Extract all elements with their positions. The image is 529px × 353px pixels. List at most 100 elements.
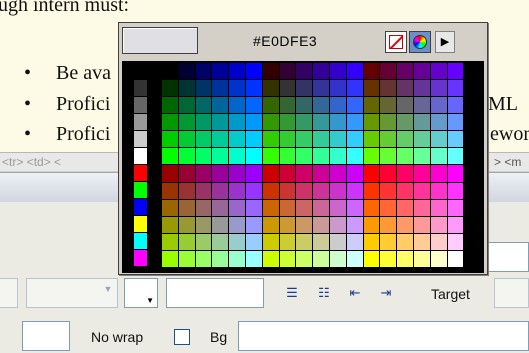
color-swatch[interactable] [313, 131, 330, 149]
color-swatch[interactable] [363, 80, 381, 98]
color-swatch[interactable] [346, 80, 364, 98]
color-swatch[interactable] [178, 216, 196, 234]
color-swatch[interactable] [279, 250, 297, 268]
color-swatch[interactable] [380, 148, 398, 166]
color-swatch[interactable] [380, 165, 398, 183]
color-swatch[interactable] [296, 114, 314, 132]
color-swatch[interactable] [134, 63, 148, 80]
color-swatch[interactable] [447, 250, 465, 268]
color-swatch[interactable] [414, 63, 431, 81]
color-swatch[interactable] [229, 97, 246, 115]
palette-menu-button[interactable]: ▶ [435, 31, 455, 53]
color-swatch[interactable] [262, 165, 280, 183]
color-swatch[interactable] [212, 250, 230, 268]
color-swatch[interactable] [134, 97, 148, 114]
color-swatch[interactable] [178, 199, 196, 217]
color-swatch[interactable] [279, 165, 297, 183]
height-field[interactable] [22, 321, 70, 351]
color-swatch[interactable] [430, 199, 448, 217]
color-swatch[interactable] [313, 199, 330, 217]
color-swatch[interactable] [447, 131, 465, 149]
unordered-list-icon[interactable]: ☰ [283, 284, 301, 302]
color-swatch[interactable] [414, 97, 431, 115]
color-swatch[interactable] [330, 148, 347, 166]
color-swatch[interactable] [229, 250, 246, 268]
color-swatch[interactable] [178, 148, 196, 166]
color-swatch[interactable] [380, 250, 398, 268]
color-swatch[interactable] [430, 63, 448, 81]
color-swatch[interactable] [447, 114, 465, 132]
color-swatch[interactable] [430, 250, 448, 268]
color-swatch[interactable] [246, 165, 263, 183]
color-swatch[interactable] [134, 114, 148, 131]
color-swatch[interactable] [195, 80, 213, 98]
color-swatch[interactable] [296, 148, 314, 166]
color-swatch[interactable] [162, 182, 179, 200]
color-swatch[interactable] [134, 182, 148, 199]
width-field[interactable] [488, 242, 529, 272]
color-swatch[interactable] [380, 131, 398, 149]
color-swatch[interactable] [430, 148, 448, 166]
color-swatch[interactable] [380, 199, 398, 217]
color-swatch[interactable] [262, 63, 280, 81]
color-swatch[interactable] [246, 63, 263, 81]
color-swatch[interactable] [195, 97, 213, 115]
color-swatch[interactable] [262, 80, 280, 98]
color-swatch[interactable] [363, 165, 381, 183]
color-swatch[interactable] [279, 63, 297, 81]
color-swatch[interactable] [279, 199, 297, 217]
color-swatch[interactable] [447, 97, 465, 115]
color-swatch[interactable] [195, 148, 213, 166]
color-swatch[interactable] [430, 131, 448, 149]
color-swatch[interactable] [178, 182, 196, 200]
color-swatch[interactable] [279, 148, 297, 166]
color-swatch[interactable] [380, 114, 398, 132]
color-swatch[interactable] [229, 148, 246, 166]
color-swatch[interactable] [414, 199, 431, 217]
color-swatch[interactable] [212, 63, 230, 81]
color-swatch[interactable] [134, 216, 148, 233]
color-swatch[interactable] [279, 216, 297, 234]
color-swatch[interactable] [363, 114, 381, 132]
color-swatch[interactable] [262, 199, 280, 217]
color-swatch[interactable] [134, 131, 148, 148]
color-swatch[interactable] [346, 233, 364, 251]
color-swatch[interactable] [229, 182, 246, 200]
color-swatch[interactable] [178, 250, 196, 268]
color-swatch[interactable] [195, 250, 213, 268]
color-swatch[interactable] [380, 63, 398, 81]
color-swatch[interactable] [296, 216, 314, 234]
color-swatch[interactable] [296, 165, 314, 183]
color-swatch[interactable] [212, 114, 230, 132]
color-swatch[interactable] [397, 148, 414, 166]
color-swatch[interactable] [430, 233, 448, 251]
color-swatch[interactable] [430, 80, 448, 98]
color-swatch[interactable] [162, 63, 179, 81]
color-swatch[interactable] [195, 199, 213, 217]
color-swatch[interactable] [296, 97, 314, 115]
color-swatch[interactable] [246, 80, 263, 98]
color-swatch[interactable] [162, 250, 179, 268]
color-swatch[interactable] [134, 233, 148, 250]
system-color-picker-button[interactable] [409, 31, 431, 53]
color-swatch[interactable] [279, 182, 297, 200]
color-swatch[interactable] [363, 233, 381, 251]
text-color-field[interactable] [166, 278, 264, 308]
color-swatch[interactable] [346, 165, 364, 183]
color-swatch[interactable] [134, 165, 148, 182]
color-swatch[interactable] [380, 233, 398, 251]
color-swatch[interactable] [346, 63, 364, 81]
color-swatch[interactable] [178, 131, 196, 149]
color-swatch[interactable] [212, 148, 230, 166]
color-swatch[interactable] [313, 182, 330, 200]
color-swatch[interactable] [246, 182, 263, 200]
color-swatch[interactable] [414, 131, 431, 149]
color-swatch[interactable] [246, 216, 263, 234]
color-swatch[interactable] [262, 182, 280, 200]
color-swatch[interactable] [246, 233, 263, 251]
color-swatch[interactable] [363, 148, 381, 166]
color-swatch[interactable] [414, 80, 431, 98]
color-swatch[interactable] [447, 80, 465, 98]
color-swatch[interactable] [229, 63, 246, 81]
color-swatch[interactable] [195, 182, 213, 200]
